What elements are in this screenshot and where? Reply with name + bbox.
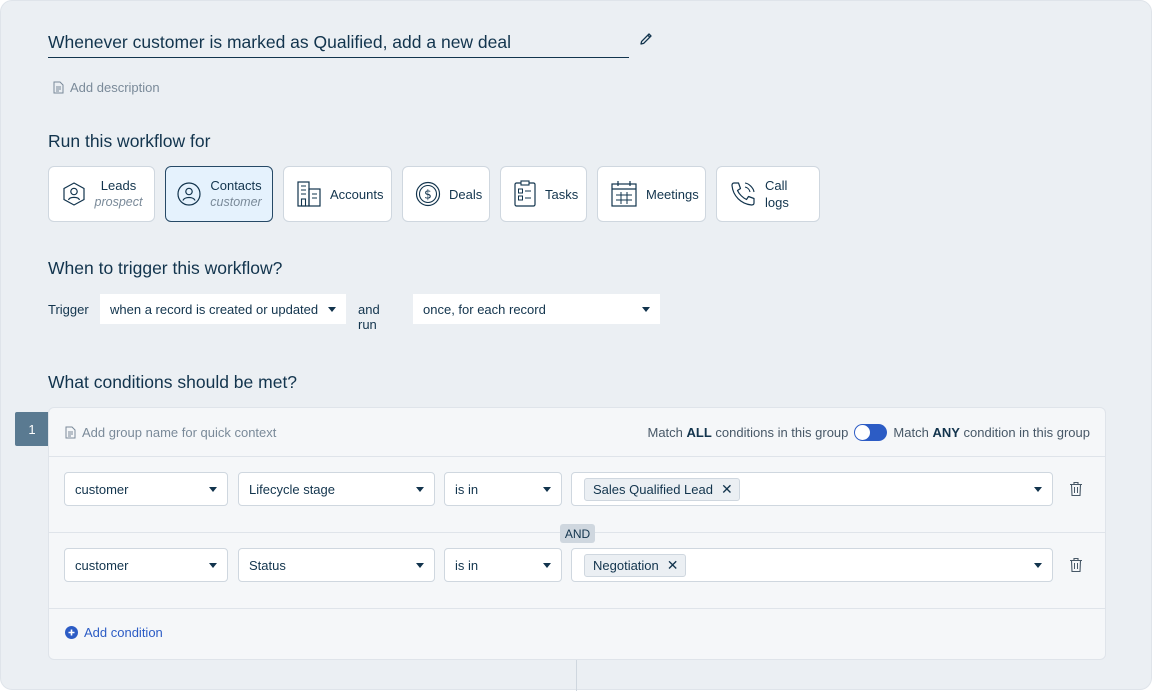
workflow-editor-canvas: Whenever customer is marked as Qualified… xyxy=(0,0,1152,691)
condition-field-value: Lifecycle stage xyxy=(249,481,335,497)
trigger-select[interactable]: when a record is created or updated xyxy=(99,293,347,325)
trigger-heading: When to trigger this workflow? xyxy=(48,258,283,278)
calendar-icon xyxy=(611,181,637,207)
entity-meetings[interactable]: Meetings xyxy=(597,166,706,222)
entity-contacts-label: Contacts xyxy=(210,178,262,193)
condition-value-select[interactable]: Negotiation ✕ xyxy=(571,548,1053,582)
match-any-label: Match ANY condition in this group xyxy=(893,425,1090,440)
and-run-label: and run xyxy=(358,302,380,332)
entity-leads-label: Leads xyxy=(100,178,137,193)
svg-text:$: $ xyxy=(424,188,432,202)
chevron-down-icon xyxy=(543,487,551,492)
condition-entity-value: customer xyxy=(75,481,129,497)
match-mode-toggle-row: Match ALL conditions in this group Match… xyxy=(647,424,1090,441)
chevron-down-icon xyxy=(416,487,424,492)
condition-operator-select[interactable]: is in xyxy=(444,548,562,582)
add-condition-button[interactable]: Add condition xyxy=(65,625,163,640)
run-frequency-select[interactable]: once, for each record xyxy=(412,293,661,325)
condition-operator-value: is in xyxy=(455,481,479,497)
condition-operator-value: is in xyxy=(455,557,479,573)
entity-meetings-label: Meetings xyxy=(646,186,699,202)
chevron-down-icon xyxy=(543,563,551,568)
chevron-down-icon xyxy=(1034,487,1042,492)
close-icon[interactable]: ✕ xyxy=(667,557,679,574)
contact-user-icon xyxy=(177,182,201,206)
add-description-link[interactable]: Add description xyxy=(53,79,160,95)
chevron-down-icon xyxy=(328,307,336,312)
value-chip: Negotiation ✕ xyxy=(584,553,686,577)
dollar-coin-icon: $ xyxy=(415,181,441,207)
trigger-label: Trigger xyxy=(48,302,89,317)
chevron-down-icon xyxy=(642,307,650,312)
trash-icon[interactable] xyxy=(1069,481,1083,497)
add-condition-label: Add condition xyxy=(84,625,163,640)
condition-field-value: Status xyxy=(249,557,286,573)
entity-deals[interactable]: $ Deals xyxy=(402,166,490,222)
entity-deals-label: Deals xyxy=(449,186,483,202)
pencil-icon[interactable] xyxy=(638,31,654,47)
group-name-placeholder: Add group name for quick context xyxy=(82,425,277,440)
conditions-heading: What conditions should be met? xyxy=(48,372,298,392)
entity-leads-sub: prospect xyxy=(94,195,143,209)
workflow-title-input[interactable]: Whenever customer is marked as Qualified… xyxy=(48,29,629,58)
value-chip: Sales Qualified Lead ✕ xyxy=(584,477,740,501)
match-all-label: Match ALL conditions in this group xyxy=(647,425,849,440)
condition-value-select[interactable]: Sales Qualified Lead ✕ xyxy=(571,472,1053,506)
entity-accounts[interactable]: Accounts xyxy=(283,166,392,222)
entity-tasks-label: Tasks xyxy=(545,186,579,202)
document-icon xyxy=(53,81,64,93)
phone-icon xyxy=(731,182,755,206)
close-icon[interactable]: ✕ xyxy=(721,481,733,498)
add-description-label: Add description xyxy=(70,79,160,95)
group-number-badge: 1 xyxy=(15,412,49,446)
group-header: Add group name for quick context Match A… xyxy=(49,408,1105,457)
and-connector-badge: AND xyxy=(560,524,595,543)
group-name-input[interactable]: Add group name for quick context xyxy=(65,425,276,440)
entity-contacts-sub: customer xyxy=(210,195,262,209)
entity-call-logs[interactable]: Call logs xyxy=(716,166,820,222)
condition-row: customer Lifecycle stage is in Sales Qua… xyxy=(49,457,1105,533)
value-chip-label: Negotiation xyxy=(593,557,659,573)
trash-icon[interactable] xyxy=(1069,557,1083,573)
trigger-select-value: when a record is created or updated xyxy=(110,301,319,317)
chevron-down-icon xyxy=(416,563,424,568)
lead-user-icon xyxy=(62,182,85,206)
entity-tasks[interactable]: Tasks xyxy=(500,166,587,222)
document-icon xyxy=(65,426,76,439)
match-mode-toggle[interactable] xyxy=(854,424,888,441)
condition-operator-select[interactable]: is in xyxy=(444,472,562,506)
building-icon xyxy=(297,181,321,207)
run-frequency-value: once, for each record xyxy=(423,301,546,317)
condition-entity-value: customer xyxy=(75,557,129,573)
plus-circle-icon xyxy=(65,626,78,639)
condition-entity-select[interactable]: customer xyxy=(64,548,228,582)
value-chip-label: Sales Qualified Lead xyxy=(593,481,713,497)
chevron-down-icon xyxy=(209,487,217,492)
condition-field-select[interactable]: Lifecycle stage xyxy=(238,472,435,506)
entity-contacts[interactable]: Contacts customer xyxy=(165,166,273,222)
condition-field-select[interactable]: Status xyxy=(238,548,435,582)
entity-accounts-label: Accounts xyxy=(330,186,384,202)
clipboard-checklist-icon xyxy=(514,180,536,207)
condition-row: customer Status is in Negotiation ✕ xyxy=(49,533,1105,609)
flow-connector-line xyxy=(576,660,577,691)
condition-group: Add group name for quick context Match A… xyxy=(48,407,1106,660)
condition-entity-select[interactable]: customer xyxy=(64,472,228,506)
entity-leads[interactable]: Leads prospect xyxy=(48,166,155,222)
chevron-down-icon xyxy=(1034,563,1042,568)
run-for-heading: Run this workflow for xyxy=(48,131,211,151)
toggle-knob xyxy=(855,425,871,440)
entity-call-logs-label: Call logs xyxy=(765,178,789,210)
chevron-down-icon xyxy=(209,563,217,568)
title-row: Whenever customer is marked as Qualified… xyxy=(48,29,652,59)
